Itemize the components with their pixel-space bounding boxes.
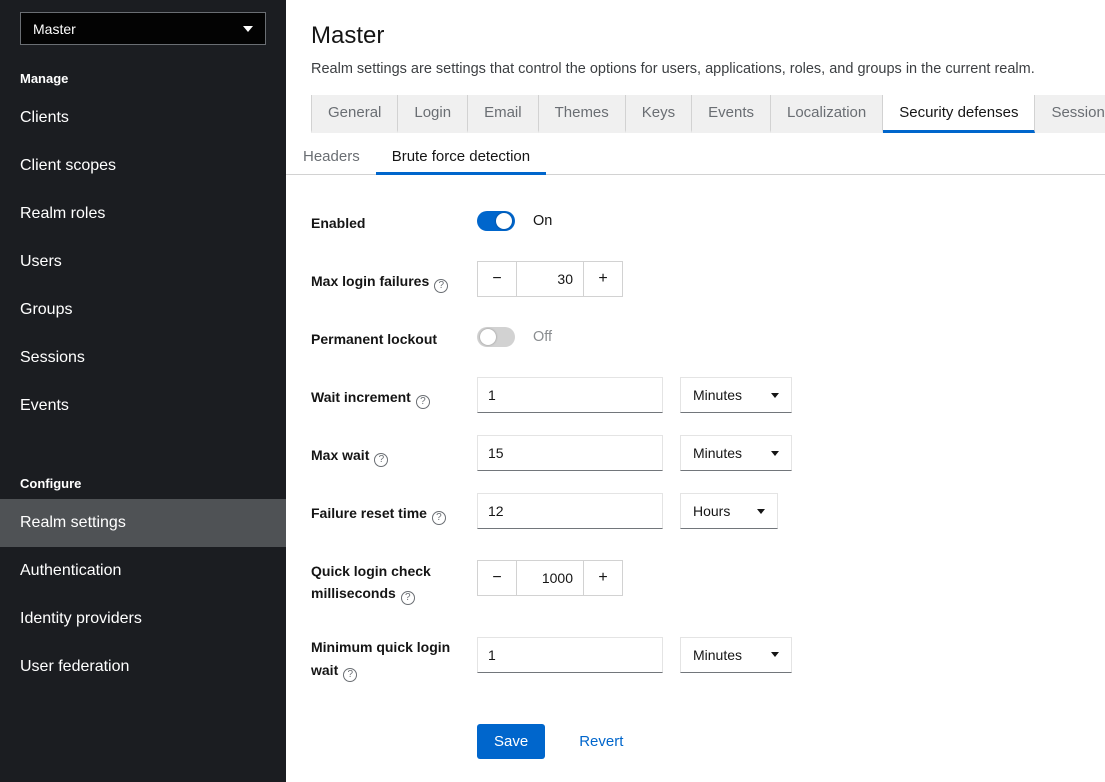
enabled-row: Enabled On [311,203,1105,239]
help-icon[interactable]: ? [374,453,388,467]
sidebar-item-client-scopes[interactable]: Client scopes [0,142,286,190]
page-description: Realm settings are settings that control… [311,61,1105,77]
sidebar-item-sessions[interactable]: Sessions [0,334,286,382]
max-wait-input[interactable] [477,435,663,471]
subtab-bar: Headers Brute force detection [286,139,1105,175]
wait-increment-unit-select[interactable]: Minutes [680,377,792,413]
nav-section-label-configure: Configure [0,450,286,499]
tab-bar: General Login Email Themes Keys Events L… [311,95,1105,133]
help-icon[interactable]: ? [416,395,430,409]
failure-reset-time-input[interactable] [477,493,663,529]
caret-down-icon [757,509,765,514]
sidebar-item-users[interactable]: Users [0,238,286,286]
form-actions: Save Revert [477,724,1105,759]
caret-down-icon [243,26,253,32]
help-icon[interactable]: ? [343,668,357,682]
tab-events[interactable]: Events [692,95,771,133]
tab-general[interactable]: General [311,95,398,133]
switch-knob [496,213,512,229]
permanent-lockout-state-label: Off [533,329,552,345]
max-login-failures-label: Max login failures? [311,261,477,297]
increment-button[interactable]: + [583,261,623,297]
switch-knob [480,329,496,345]
page-title: Master [311,22,1105,50]
min-quick-login-wait-label: Minimum quick login wait? [311,627,477,681]
enabled-state-label: On [533,213,552,229]
sidebar-item-identity-providers[interactable]: Identity providers [0,595,286,643]
help-icon[interactable]: ? [434,279,448,293]
quick-login-check-label: Quick login check milliseconds? [311,551,477,605]
brute-force-detection-form: Enabled On Max login failures? − 30 + [286,175,1105,759]
sidebar-item-clients[interactable]: Clients [0,94,286,142]
tab-email[interactable]: Email [468,95,539,133]
min-quick-login-wait-input[interactable] [477,637,663,673]
enabled-label: Enabled [311,203,477,239]
wait-increment-label: Wait increment? [311,377,477,413]
sidebar: Master Manage Clients Client scopes Real… [0,0,286,782]
min-quick-login-wait-unit-select[interactable]: Minutes [680,637,792,673]
max-wait-label: Max wait? [311,435,477,471]
help-icon[interactable]: ? [401,591,415,605]
sidebar-item-authentication[interactable]: Authentication [0,547,286,595]
max-wait-unit-select[interactable]: Minutes [680,435,792,471]
wait-increment-input[interactable] [477,377,663,413]
nav-section-configure: Configure Realm settings Authentication … [0,450,286,691]
decrement-button[interactable]: − [477,261,517,297]
sidebar-item-realm-roles[interactable]: Realm roles [0,190,286,238]
quick-login-check-stepper: − 1000 + [477,560,623,596]
subtab-brute-force-detection[interactable]: Brute force detection [376,139,546,174]
wait-increment-row: Wait increment? Minutes [311,377,1105,413]
sidebar-item-groups[interactable]: Groups [0,286,286,334]
nav-section-label-manage: Manage [0,45,286,94]
revert-link[interactable]: Revert [579,733,623,750]
help-icon[interactable]: ? [432,511,446,525]
caret-down-icon [771,393,779,398]
tab-localization[interactable]: Localization [771,95,883,133]
save-button[interactable]: Save [477,724,545,759]
sidebar-item-realm-settings[interactable]: Realm settings [0,499,286,547]
failure-reset-time-label: Failure reset time? [311,493,477,529]
nav-section-manage: Manage Clients Client scopes Realm roles… [0,45,286,430]
quick-login-check-row: Quick login check milliseconds? − 1000 + [311,551,1105,605]
max-login-failures-value[interactable]: 30 [517,261,583,297]
tab-security-defenses[interactable]: Security defenses [883,95,1035,133]
failure-reset-time-unit-select[interactable]: Hours [680,493,778,529]
caret-down-icon [771,451,779,456]
permanent-lockout-row: Permanent lockout Off [311,319,1105,355]
subtab-headers[interactable]: Headers [287,139,376,174]
realm-selector[interactable]: Master [20,12,266,45]
tab-keys[interactable]: Keys [626,95,692,133]
permanent-lockout-switch[interactable] [477,327,515,347]
increment-button[interactable]: + [583,560,623,596]
quick-login-check-value[interactable]: 1000 [517,560,583,596]
page-header: Master Realm settings are settings that … [286,0,1105,77]
enabled-switch[interactable] [477,211,515,231]
sidebar-item-events[interactable]: Events [0,382,286,430]
tab-sessions[interactable]: Sessions [1035,95,1105,133]
main-content: Master Realm settings are settings that … [286,0,1105,782]
decrement-button[interactable]: − [477,560,517,596]
tab-login[interactable]: Login [398,95,468,133]
permanent-lockout-label: Permanent lockout [311,319,477,355]
sidebar-item-user-federation[interactable]: User federation [0,643,286,691]
max-login-failures-row: Max login failures? − 30 + [311,261,1105,297]
caret-down-icon [771,652,779,657]
max-wait-row: Max wait? Minutes [311,435,1105,471]
max-login-failures-stepper: − 30 + [477,261,623,297]
tab-themes[interactable]: Themes [539,95,626,133]
realm-selector-value: Master [33,21,76,37]
min-quick-login-wait-row: Minimum quick login wait? Minutes [311,627,1105,681]
failure-reset-time-row: Failure reset time? Hours [311,493,1105,529]
